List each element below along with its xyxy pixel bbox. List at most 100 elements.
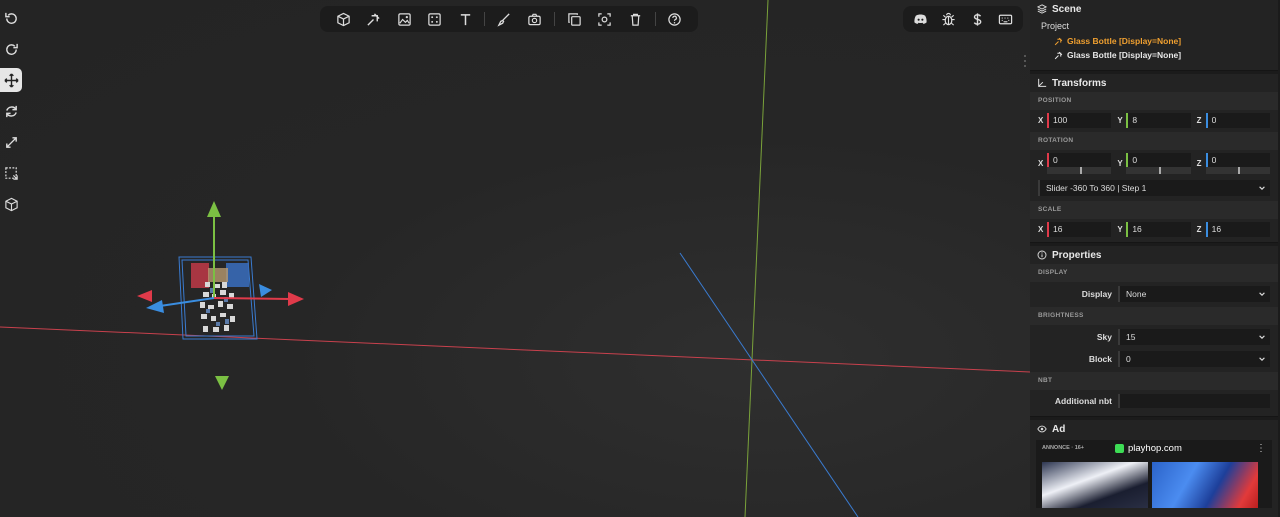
slider-mode-select[interactable]: Slider -360 To 360 | Step 1 xyxy=(1038,180,1270,196)
chevron-down-icon xyxy=(1259,357,1265,361)
move-gizmo[interactable] xyxy=(137,201,304,390)
x-axis-arrow[interactable] xyxy=(288,292,304,306)
properties-panel: Properties DISPLAY Display None BRIGHTNE… xyxy=(1030,246,1278,417)
add-frame-button[interactable] xyxy=(419,6,449,32)
scale-tool-button[interactable] xyxy=(0,130,22,154)
playhop-logo-icon xyxy=(1115,444,1124,453)
z-axis-neg-arrow[interactable] xyxy=(259,284,272,297)
redo-button[interactable] xyxy=(0,37,22,61)
nbt-section-label: NBT xyxy=(1030,372,1278,390)
rotation-y-input[interactable]: 0 xyxy=(1126,152,1191,167)
ad-panel-header[interactable]: Ad xyxy=(1030,420,1278,438)
scale-row: X 16 Y 16 Z 16 xyxy=(1030,219,1278,240)
eye-icon xyxy=(1037,425,1047,433)
rotation-z-slider[interactable] xyxy=(1205,166,1270,174)
block-select[interactable]: 0 xyxy=(1118,351,1270,367)
donate-button[interactable] xyxy=(963,6,992,32)
top-toolbar xyxy=(320,6,698,32)
discord-button[interactable] xyxy=(906,6,935,32)
scale-x-input[interactable]: 16 xyxy=(1047,222,1112,237)
panel-resize-handle[interactable] xyxy=(1022,48,1027,74)
ad-image[interactable] xyxy=(1152,462,1258,508)
toolbar-divider xyxy=(484,12,486,26)
scale-y-input[interactable]: 16 xyxy=(1126,222,1191,237)
scale-z-input[interactable]: 16 xyxy=(1205,222,1270,237)
select-tool-button[interactable] xyxy=(0,161,22,185)
item-icon xyxy=(367,12,380,26)
add-block-button[interactable] xyxy=(328,6,358,32)
right-sidebar: Scene Project Glass Bottle [Display=None… xyxy=(1030,0,1280,517)
3d-viewport[interactable] xyxy=(0,0,1030,517)
axis-x-label: X xyxy=(1038,225,1044,234)
move-tool-button[interactable] xyxy=(0,68,22,92)
ad-menu-button[interactable]: ⋮ xyxy=(1256,443,1266,454)
ad-image[interactable] xyxy=(1042,462,1148,508)
cube-icon xyxy=(336,12,350,26)
undo-button[interactable] xyxy=(0,6,22,30)
tree-item-label: Glass Bottle [Display=None] xyxy=(1067,50,1182,60)
z-axis-arrow[interactable] xyxy=(146,300,164,313)
duplicate-button[interactable] xyxy=(559,6,589,32)
position-x-input[interactable]: 100 xyxy=(1047,113,1112,128)
display-select[interactable]: None xyxy=(1118,286,1270,302)
frame-icon xyxy=(428,12,441,26)
slider-thumb[interactable] xyxy=(1158,166,1161,174)
position-y-input[interactable]: 8 xyxy=(1126,113,1191,128)
properties-panel-header[interactable]: Properties xyxy=(1030,246,1278,264)
y-axis-neg-arrow[interactable] xyxy=(215,376,229,390)
block-value: 0 xyxy=(1126,354,1131,364)
paint-button[interactable] xyxy=(489,6,519,32)
tree-item[interactable]: Glass Bottle [Display=None] xyxy=(1030,48,1278,62)
add-image-button[interactable] xyxy=(389,6,419,32)
slider-thumb[interactable] xyxy=(1238,166,1241,174)
rotation-x-slider[interactable] xyxy=(1047,166,1112,174)
focus-icon xyxy=(598,12,612,26)
add-text-button[interactable] xyxy=(450,6,480,32)
transforms-panel-header[interactable]: Transforms xyxy=(1030,74,1278,92)
screenshot-button[interactable] xyxy=(520,6,550,32)
left-toolbar xyxy=(0,6,24,223)
y-axis-arrow[interactable] xyxy=(207,201,221,217)
tree-item-selected[interactable]: Glass Bottle [Display=None] xyxy=(1030,34,1278,48)
bounds-tool-button[interactable] xyxy=(0,192,22,216)
discord-icon xyxy=(914,14,927,24)
toolbar-divider xyxy=(654,12,656,26)
scene-panel-header[interactable]: Scene xyxy=(1030,0,1278,18)
transforms-panel-title: Transforms xyxy=(1052,77,1107,89)
delete-button[interactable] xyxy=(620,6,650,32)
slider-thumb[interactable] xyxy=(1079,166,1082,174)
top-right-toolbar xyxy=(903,6,1023,32)
nbt-input[interactable] xyxy=(1118,394,1270,408)
block-field-label: Block xyxy=(1088,354,1112,364)
world-y-axis xyxy=(744,0,769,517)
rotation-z-input[interactable]: 0 xyxy=(1205,152,1270,167)
rotate-tool-button[interactable] xyxy=(0,99,22,123)
rotation-x-input[interactable]: 0 xyxy=(1047,152,1112,167)
move-icon xyxy=(3,72,19,88)
ad-brand[interactable]: playhop.com xyxy=(1115,443,1182,454)
add-item-button[interactable] xyxy=(358,6,388,32)
duplicate-icon xyxy=(568,12,581,26)
scene-canvas[interactable] xyxy=(0,0,1030,517)
sky-select[interactable]: 15 xyxy=(1118,329,1270,345)
rotation-y-slider[interactable] xyxy=(1126,166,1191,174)
scale-icon xyxy=(5,136,17,148)
help-icon xyxy=(668,12,681,26)
shortcuts-button[interactable] xyxy=(992,6,1021,32)
bug-report-button[interactable] xyxy=(935,6,964,32)
axis-x-label: X xyxy=(1038,158,1044,168)
scene-tree: Project Glass Bottle [Display=None] Glas… xyxy=(1030,18,1278,70)
text-icon xyxy=(460,13,470,25)
display-value: None xyxy=(1126,289,1147,299)
axis-x-label: X xyxy=(1038,116,1044,125)
tree-item-label: Glass Bottle [Display=None] xyxy=(1067,36,1182,46)
x-axis-neg-arrow[interactable] xyxy=(137,290,152,302)
position-z-input[interactable]: 0 xyxy=(1205,113,1270,128)
advertisement[interactable]: ANNONCE · 16+ playhop.com ⋮ xyxy=(1036,440,1272,508)
rotate-icon xyxy=(5,105,17,117)
brush-icon xyxy=(497,12,510,27)
focus-button[interactable] xyxy=(590,6,620,32)
tree-root-project[interactable]: Project xyxy=(1030,18,1278,34)
layers-icon xyxy=(1037,4,1047,14)
help-button[interactable] xyxy=(659,6,689,32)
